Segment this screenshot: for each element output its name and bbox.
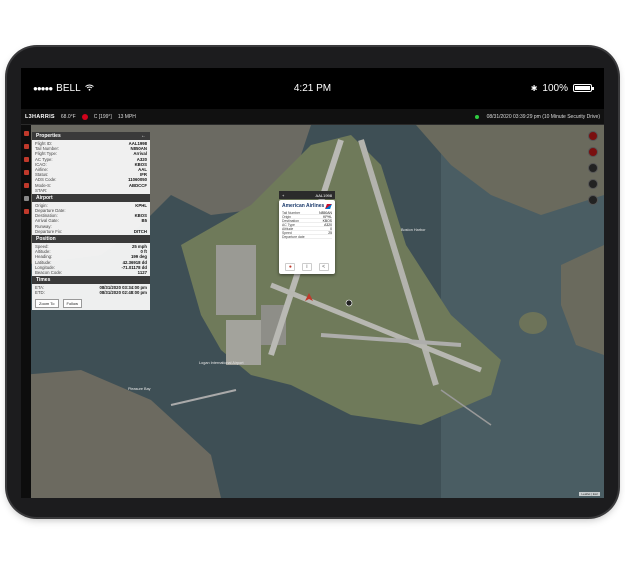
position-title: Position xyxy=(36,236,56,242)
battery-icon xyxy=(573,84,594,92)
wind-direction: C [199°] xyxy=(93,113,112,120)
property-key: STAR: xyxy=(35,187,48,193)
times-header: Times xyxy=(32,276,150,285)
airport-key: Departure Fix: xyxy=(35,228,63,234)
popup-value: N850AN xyxy=(319,211,332,215)
airport-value: KPHL xyxy=(135,202,147,208)
share-icon[interactable]: < xyxy=(318,263,329,271)
status-timestamp: 08/31/2020 03:39:29 pm (10 Minute Securi… xyxy=(486,113,600,120)
popup-value: 25 xyxy=(328,231,332,235)
popup-value: KPHL xyxy=(323,215,332,219)
zoom-in-button[interactable] xyxy=(588,179,598,189)
popup-actions: ● i < xyxy=(282,263,332,271)
flight-popup[interactable]: + AAL1998 American Airlines Tail Number N… xyxy=(279,191,335,274)
map-pin-icon[interactable] xyxy=(23,183,29,188)
time-value: 08/31/2020 02:48:00 pm xyxy=(99,290,147,296)
signal-dots-icon: ●●●●● xyxy=(33,83,53,93)
position-header: Position xyxy=(32,235,150,243)
left-icon-rail xyxy=(21,125,31,498)
properties-panel: Properties ← Flight ID: AAL1998 Tail Numbe… xyxy=(32,132,150,310)
airport-title: Airport xyxy=(36,194,53,201)
settings-icon[interactable] xyxy=(23,196,29,201)
airport-header: Airport xyxy=(32,193,150,202)
airline-logo: American Airlines xyxy=(279,200,335,211)
temperature: 68.0°F xyxy=(60,113,76,120)
map-label-harbor: Boston Harbor xyxy=(401,228,426,232)
position-list: Speed: 25 mph Altitude: 0 ft Heading: 199 deg… xyxy=(32,243,150,277)
zoom-to-button[interactable]: Zoom To xyxy=(35,298,59,308)
airline-mark-icon xyxy=(325,203,333,209)
popup-key: AC Type xyxy=(282,223,295,227)
airport-list: Origin: KPHL Departure Date: Destination: KB… xyxy=(32,201,150,235)
record-icon[interactable]: ● xyxy=(285,263,296,271)
popup-key: Departure date xyxy=(282,235,305,239)
filter-icon[interactable] xyxy=(23,209,29,214)
position-value: 1127 xyxy=(137,269,147,275)
panel-actions: Zoom To Follow xyxy=(32,296,150,310)
wind-icon xyxy=(81,113,88,120)
layers-button[interactable] xyxy=(588,163,598,173)
time-key: ETD: xyxy=(35,290,45,296)
map-label-bay: Pleasure Bay xyxy=(128,387,151,391)
zoom-out-button[interactable] xyxy=(588,195,598,205)
brand-logo: L3HARRIS xyxy=(25,113,55,120)
plus-icon[interactable]: + xyxy=(282,193,284,198)
popup-callsign: AAL1998 xyxy=(315,192,332,198)
location-button[interactable] xyxy=(588,147,598,157)
ios-status-bar: ●●●●● BELL 4:21 PM ✱ 100% xyxy=(21,68,604,108)
time-row: ETD: 08/31/2020 02:48:00 pm xyxy=(35,290,147,295)
back-arrow-icon[interactable]: ← xyxy=(141,133,146,139)
property-value: ABDCCF xyxy=(128,182,147,188)
follow-button[interactable]: Follow xyxy=(62,298,83,308)
wifi-icon xyxy=(84,83,94,94)
bluetooth-icon: ✱ xyxy=(530,83,538,93)
wind-speed: 13 MPH xyxy=(117,113,136,120)
camera-icon[interactable] xyxy=(23,157,29,162)
popup-row: Departure date xyxy=(282,235,332,239)
clock: 4:21 PM xyxy=(293,82,332,94)
carrier-group: ●●●●● BELL xyxy=(33,83,94,94)
popup-key: Speed xyxy=(282,231,292,235)
status-right: ✱ 100% xyxy=(530,82,594,94)
alert-icon[interactable] xyxy=(23,170,29,175)
list-icon[interactable] xyxy=(23,131,29,136)
properties-list: Flight ID: AAL1998 Tail Number: N850AN Fligh… xyxy=(32,140,150,194)
properties-title: Properties xyxy=(36,133,61,139)
position-key: Beacon Code: xyxy=(35,269,63,275)
times-title: Times xyxy=(36,277,51,284)
popup-title-bar: + AAL1998 xyxy=(279,191,335,199)
popup-key: Origin xyxy=(282,215,292,219)
airport-value: DITCH xyxy=(133,228,147,234)
popup-airline: American Airlines xyxy=(282,203,325,209)
popup-value: 0 xyxy=(330,227,332,231)
popup-value: A320 xyxy=(324,223,332,227)
times-list: ETA: 08/31/2020 03:34:00 pm ETD: 08/31/2020… xyxy=(32,284,150,297)
plane-icon[interactable] xyxy=(23,144,29,149)
property-row: STAR: xyxy=(35,188,147,193)
alert-button[interactable] xyxy=(588,131,598,141)
popup-key: Altitude xyxy=(282,227,294,231)
battery-percent: 100% xyxy=(542,82,568,94)
screen: ●●●●● BELL 4:21 PM ✱ 100% L3HARRIS 68.0°… xyxy=(21,68,604,498)
app-top-bar: L3HARRIS 68.0°F C [199°] 13 MPH 08/31/20… xyxy=(21,109,604,125)
carrier-label: BELL xyxy=(56,82,81,94)
map-attribution: Leaflet | Esri xyxy=(579,492,600,496)
popup-key: Destination xyxy=(282,219,299,223)
popup-key: Tail Number xyxy=(282,211,301,215)
airport-row: Departure Fix: DITCH xyxy=(35,229,147,234)
properties-header: Properties ← xyxy=(32,132,150,140)
popup-details: Tail Number N850AN Origin KPHL Destination KB… xyxy=(279,211,335,239)
live-status-icon xyxy=(474,114,479,119)
airport-value: B5 xyxy=(141,218,148,224)
position-row: Beacon Code: 1127 xyxy=(35,270,147,275)
popup-value: KBOS xyxy=(322,219,332,223)
info-icon[interactable]: i xyxy=(301,263,312,271)
map-label-logan: Logan International Airport xyxy=(199,361,244,365)
